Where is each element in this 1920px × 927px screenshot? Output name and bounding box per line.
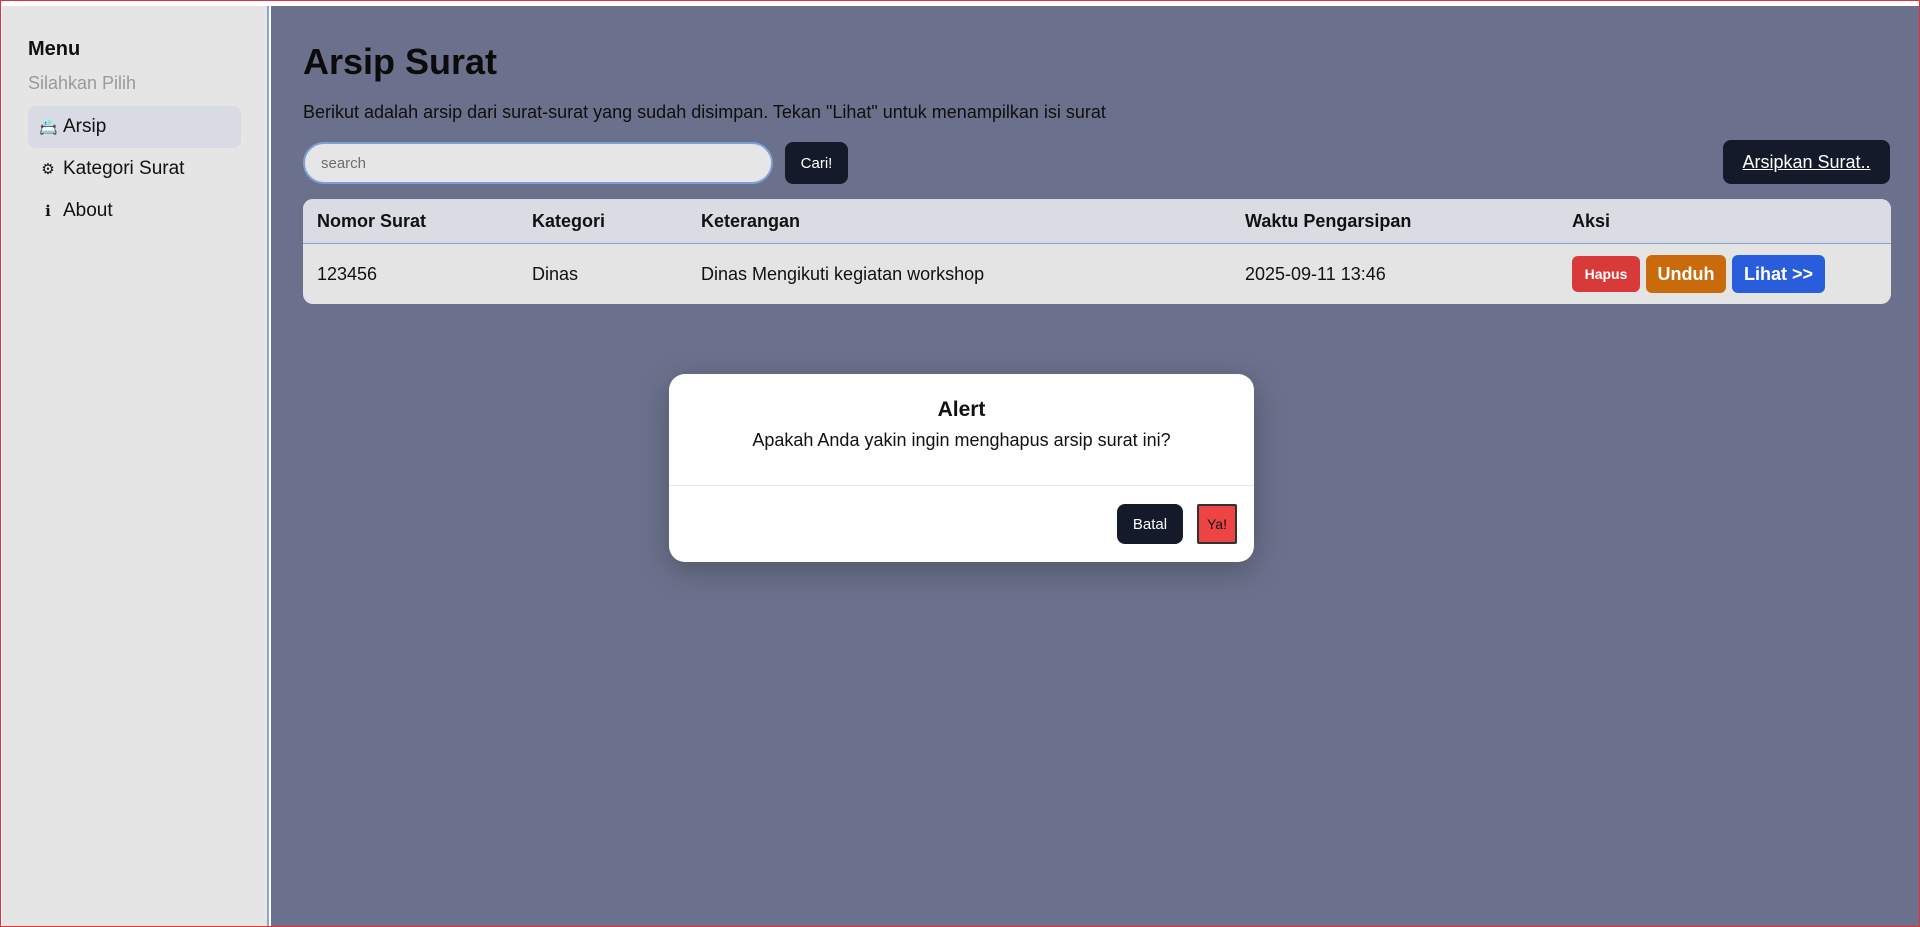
cell-aksi: Hapus Unduh Lihat >> — [1572, 255, 1891, 293]
gear-icon: ⚙ — [41, 161, 55, 178]
menu-title: Menu — [28, 38, 81, 60]
cell-kategori: Dinas — [532, 263, 579, 284]
sidebar-item-arsip[interactable]: 📇 Arsip — [28, 106, 241, 148]
archive-letter-button[interactable]: Arsipkan Surat.. — [1723, 140, 1890, 184]
column-header: Nomor Surat — [317, 210, 427, 231]
archive-table: Nomor Surat Kategori Keterangan Waktu Pe… — [303, 199, 1891, 304]
sidebar: Menu Silahkan Pilih 📇 Arsip ⚙ Kategori S… — [2, 6, 269, 926]
sidebar-item-label: Arsip — [63, 116, 107, 137]
archive-icon: 📇 — [39, 119, 58, 136]
dialog-message: Apakah Anda yakin ingin menghapus arsip … — [752, 430, 1171, 450]
page-title: Arsip Surat — [303, 41, 498, 82]
column-header: Kategori — [532, 210, 606, 231]
cancel-button[interactable]: Batal — [1117, 504, 1183, 544]
column-header: Waktu Pengarsipan — [1245, 210, 1412, 231]
confirm-button[interactable]: Ya! — [1197, 504, 1237, 544]
info-icon: ℹ — [45, 203, 51, 220]
search-button[interactable]: Cari! — [785, 142, 848, 184]
download-button[interactable]: Unduh — [1646, 255, 1726, 293]
page-description: Berikut adalah arsip dari surat-surat ya… — [303, 102, 1106, 122]
app-window: Menu Silahkan Pilih 📇 Arsip ⚙ Kategori S… — [0, 0, 1920, 927]
cell-keterangan: Dinas Mengikuti kegiatan workshop — [701, 263, 985, 284]
column-header: Aksi — [1572, 210, 1611, 231]
cell-waktu: 2025-09-11 13:46 — [1245, 263, 1386, 284]
view-button[interactable]: Lihat >> — [1732, 255, 1825, 293]
table-row: 123456 Dinas Dinas Mengikuti kegiatan wo… — [303, 244, 1891, 304]
column-header: Keterangan — [701, 210, 801, 231]
sidebar-nav: 📇 Arsip ⚙ Kategori Surat ℹ About — [28, 106, 241, 232]
sidebar-item-label: Kategori Surat — [63, 158, 185, 179]
alert-dialog: Alert Apakah Anda yakin ingin menghapus … — [669, 374, 1254, 562]
sidebar-item-kategori-surat[interactable]: ⚙ Kategori Surat — [28, 148, 241, 190]
menu-subtitle: Silahkan Pilih — [28, 73, 137, 93]
search-input[interactable] — [303, 142, 773, 184]
dialog-title: Alert — [937, 398, 986, 421]
sidebar-item-label: About — [63, 200, 113, 221]
sidebar-item-about[interactable]: ℹ About — [28, 190, 241, 232]
table-header: Nomor Surat Kategori Keterangan Waktu Pe… — [303, 199, 1891, 244]
delete-button[interactable]: Hapus — [1572, 256, 1640, 292]
dialog-divider — [669, 485, 1254, 486]
cell-nomor: 123456 — [317, 263, 378, 284]
